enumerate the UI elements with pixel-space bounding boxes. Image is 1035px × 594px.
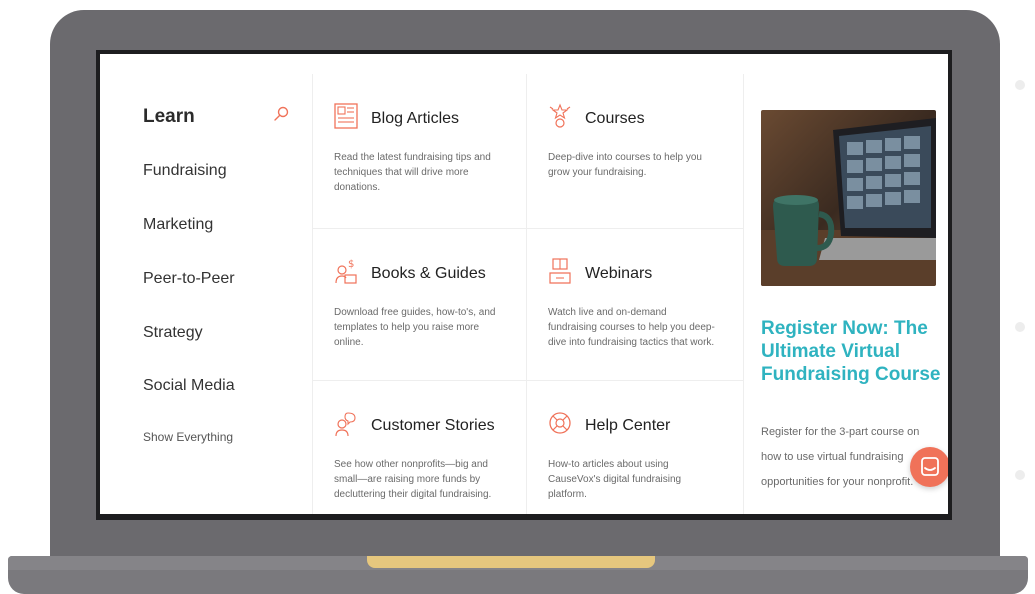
card-description: See how other nonprofits—big and small—a… xyxy=(334,459,492,500)
card-help-center[interactable]: Help Center How-to articles about using … xyxy=(527,381,744,514)
card-title[interactable]: Webinars xyxy=(585,265,652,283)
promo-panel: Register Now: The Ultimate Virtual Fundr… xyxy=(760,54,948,514)
card-blog-articles[interactable]: Blog Articles Read the latest fundraisin… xyxy=(313,74,527,229)
nav-item-marketing[interactable]: Marketing xyxy=(143,216,213,234)
book-money-icon: $ xyxy=(335,259,357,284)
chat-icon xyxy=(921,457,939,476)
svg-text:$: $ xyxy=(348,259,354,270)
card-description: Watch live and on-demand fundraising cou… xyxy=(548,307,715,348)
card-customer-stories[interactable]: Customer Stories See how other nonprofit… xyxy=(313,381,527,514)
nav-item-social-media[interactable]: Social Media xyxy=(143,377,235,395)
customer-chat-icon xyxy=(335,412,356,437)
card-description: Read the latest fundraising tips and tec… xyxy=(334,152,491,193)
nav-item-show-everything[interactable]: Show Everything xyxy=(143,430,233,444)
laptop-hinge xyxy=(367,556,655,568)
card-books-guides[interactable]: $ Books & Guides Download free guides, h… xyxy=(313,229,527,381)
chat-widget-button[interactable] xyxy=(910,447,948,487)
nav-item-fundraising[interactable]: Fundraising xyxy=(143,162,227,180)
learn-nav: Learn Fundraising Marketing Peer-to-Peer… xyxy=(100,54,312,514)
document-icon xyxy=(334,103,358,129)
promo-photo[interactable] xyxy=(761,110,936,286)
card-webinars[interactable]: Webinars Watch live and on-demand fundra… xyxy=(527,229,744,381)
mega-menu: Learn Fundraising Marketing Peer-to-Peer… xyxy=(100,54,948,514)
card-title[interactable]: Books & Guides xyxy=(371,265,486,283)
card-description: Download free guides, how-to's, and temp… xyxy=(334,307,496,348)
card-description: How-to articles about using CauseVox's d… xyxy=(548,459,682,500)
card-title[interactable]: Courses xyxy=(585,110,645,128)
card-courses[interactable]: Courses Deep-dive into courses to help y… xyxy=(527,74,744,229)
decorative-dot xyxy=(1015,80,1025,90)
promo-headline[interactable]: Register Now: The Ultimate Virtual Fundr… xyxy=(761,317,941,386)
search-icon[interactable] xyxy=(273,106,289,122)
courses-icon xyxy=(549,103,571,128)
decorative-dot xyxy=(1015,470,1025,480)
card-title[interactable]: Blog Articles xyxy=(371,110,459,128)
card-title[interactable]: Help Center xyxy=(585,417,670,435)
nav-item-peer-to-peer[interactable]: Peer-to-Peer xyxy=(143,270,235,288)
webinar-icon xyxy=(549,258,571,284)
promo-body: Register for the 3-part course on how to… xyxy=(761,426,920,488)
lifebuoy-icon xyxy=(549,412,571,434)
nav-heading[interactable]: Learn xyxy=(143,106,195,128)
decorative-dot xyxy=(1015,322,1025,332)
card-description: Deep-dive into courses to help you grow … xyxy=(548,152,702,178)
card-title[interactable]: Customer Stories xyxy=(371,417,495,435)
nav-item-strategy[interactable]: Strategy xyxy=(143,324,203,342)
